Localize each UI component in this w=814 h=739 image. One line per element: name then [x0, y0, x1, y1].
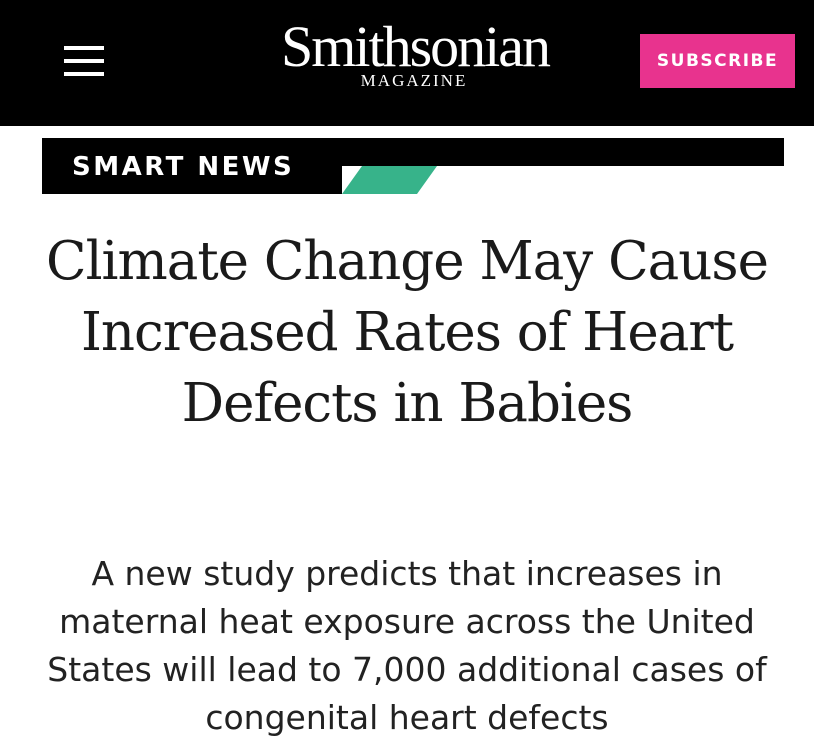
article-page: Smithsonian MAGAZINE SUBSCRIBE SMART NEW… — [0, 0, 814, 739]
article-dek: A new study predicts that increases in m… — [47, 554, 767, 737]
section-label-smart-news[interactable]: SMART NEWS — [72, 138, 294, 194]
article-headline: Climate Change May Cause Increased Rates… — [46, 231, 769, 434]
subscribe-button[interactable]: SUBSCRIBE — [640, 34, 795, 88]
site-header: Smithsonian MAGAZINE SUBSCRIBE — [0, 0, 814, 126]
section-banner: SMART NEWS — [42, 138, 784, 194]
